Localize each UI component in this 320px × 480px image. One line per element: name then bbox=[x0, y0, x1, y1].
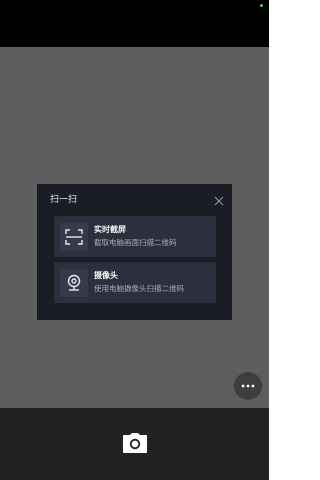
dialog-title: 扫一扫 bbox=[50, 195, 78, 205]
scan-screen: 扫一扫 实时截屏 截取电脑画面扫描二维码 摄像头 使用电脑摄像头扫描二维码 bbox=[0, 0, 269, 480]
camera-capture-button[interactable] bbox=[118, 428, 152, 458]
option-screenshot[interactable]: 实时截屏 截取电脑画面扫描二维码 bbox=[54, 216, 216, 257]
camera-icon bbox=[123, 433, 147, 453]
top-bar bbox=[0, 0, 269, 47]
option-title: 实时截屏 bbox=[94, 225, 126, 234]
webcam-icon bbox=[60, 269, 88, 297]
option-description: 使用电脑摄像头扫描二维码 bbox=[94, 284, 184, 293]
close-icon[interactable] bbox=[213, 192, 225, 206]
bottom-bar bbox=[0, 408, 269, 480]
option-title: 摄像头 bbox=[94, 271, 118, 280]
option-webcam[interactable]: 摄像头 使用电脑摄像头扫描二维码 bbox=[54, 262, 216, 303]
more-dots-icon bbox=[241, 384, 255, 388]
option-description: 截取电脑画面扫描二维码 bbox=[94, 238, 177, 247]
scan-dialog: 扫一扫 实时截屏 截取电脑画面扫描二维码 摄像头 使用电脑摄像头扫描二维码 bbox=[37, 184, 232, 320]
screenshot-scan-icon bbox=[60, 223, 88, 251]
more-button[interactable] bbox=[234, 372, 262, 400]
status-indicator-dot bbox=[260, 4, 263, 7]
